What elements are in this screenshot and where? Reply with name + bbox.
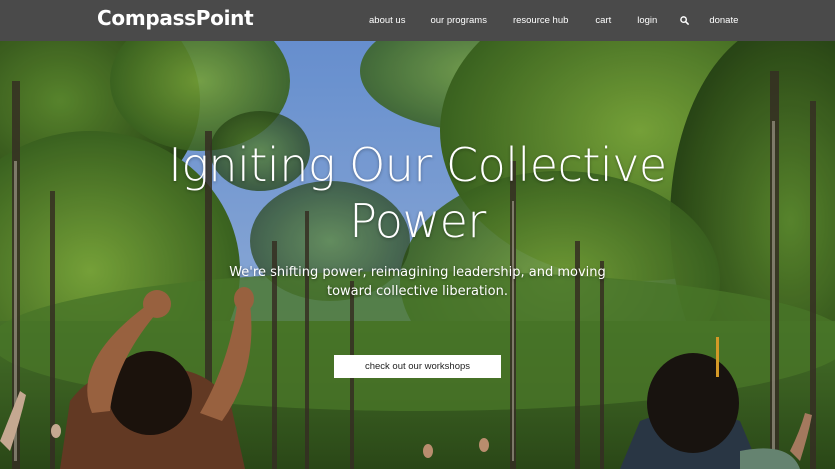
search-icon[interactable]: [679, 16, 689, 26]
hero-section: [0, 41, 835, 469]
nav-link-about-us[interactable]: about us: [369, 15, 405, 26]
hero-subtitle-line-1: We're shifting power, reimagining leader…: [229, 265, 606, 280]
page: CompassPoint about us our programs resou…: [0, 0, 835, 469]
hero-subtitle-line-2: toward collective liberation.: [327, 284, 508, 299]
check-out-workshops-button[interactable]: check out our workshops: [334, 355, 501, 378]
navbar: CompassPoint about us our programs resou…: [0, 0, 835, 41]
hero-subtitle: We're shifting power, reimagining leader…: [0, 263, 835, 301]
nav-link-cart[interactable]: cart: [595, 15, 611, 26]
nav-link-our-programs[interactable]: our programs: [430, 15, 487, 26]
nav-link-login[interactable]: login: [637, 15, 657, 26]
hero-title: Igniting Our Collective Power: [0, 137, 835, 249]
compasspoint-logo[interactable]: CompassPoint: [97, 6, 254, 30]
hero-overlay: [0, 41, 835, 469]
nav-link-resource-hub[interactable]: resource hub: [513, 15, 568, 26]
hero-title-line-1: Igniting Our Collective: [168, 138, 667, 192]
nav-links: about us our programs resource hub cart …: [356, 0, 738, 41]
nav-link-donate[interactable]: donate: [709, 15, 738, 26]
hero-title-line-2: Power: [349, 194, 486, 248]
